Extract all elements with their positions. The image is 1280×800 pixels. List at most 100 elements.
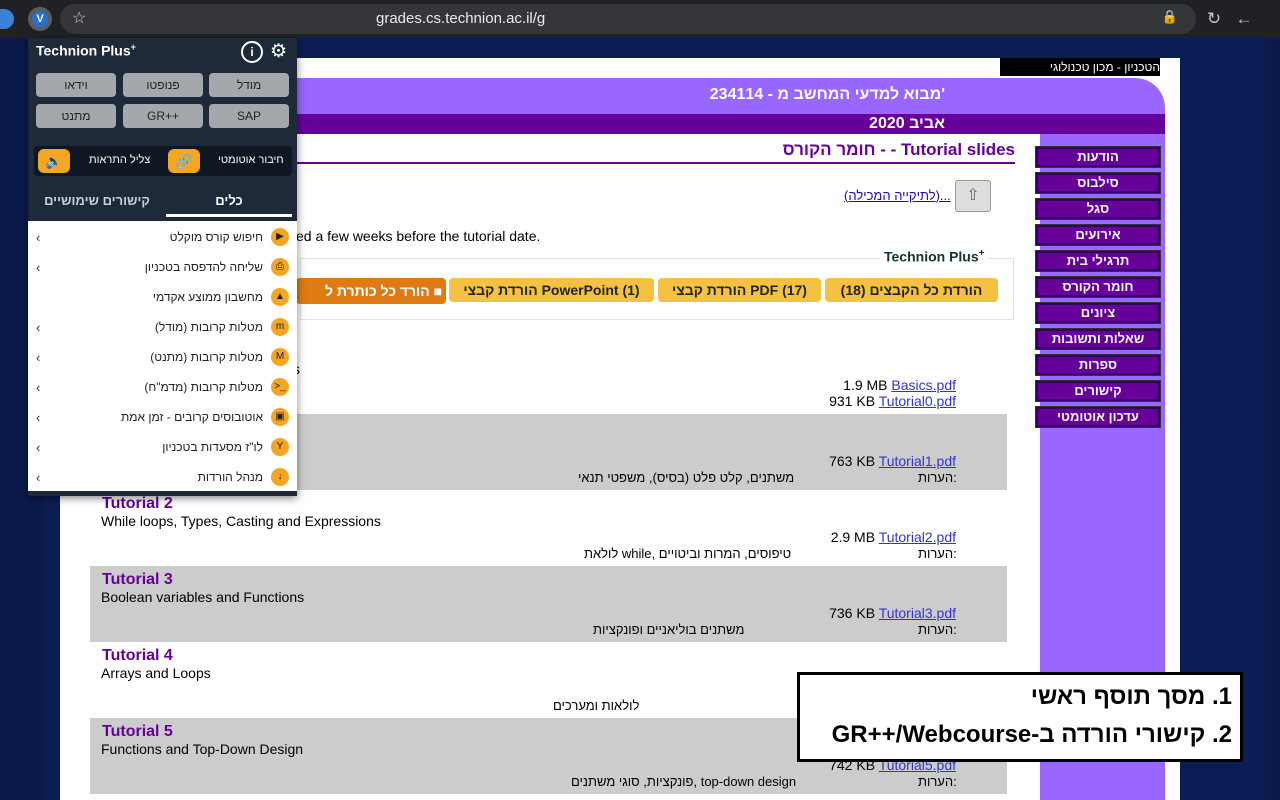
- tutorial-5-title: Tutorial 5: [102, 723, 173, 740]
- download-all-button[interactable]: הורדת כל הקבצים (18): [825, 278, 998, 302]
- browser-side-icon: [0, 9, 14, 29]
- notes-label: הערות:: [918, 546, 957, 561]
- video-button[interactable]: וידאו: [36, 73, 116, 97]
- tools-list: ‹ חיפוש קורס מוקלט ▶ ‹ שליחה להדפסה בטכניון…: [28, 221, 297, 491]
- file-link[interactable]: Basics.pdf: [891, 377, 956, 393]
- file-link[interactable]: Tutorial3.pdf: [879, 605, 956, 621]
- link-icon[interactable]: 🔗: [168, 149, 200, 173]
- address-bar[interactable]: ☆ grades.cs.technion.ac.il/g 🔒: [60, 4, 1196, 34]
- list-item-restaurants[interactable]: ‹ לו"ז מסעדות בטכניון Y: [28, 433, 297, 463]
- tutorial-5-subtitle: Functions and Top-Down Design: [101, 741, 304, 757]
- extension-icon[interactable]: V: [28, 7, 52, 31]
- course-nav: הודעות סילבוס סגל אירועים תרגילי בית חומ…: [1035, 146, 1165, 432]
- file-size: 2.9 MB: [830, 529, 876, 545]
- video-icon: ▶: [271, 228, 289, 246]
- list-item-gpa-calculator[interactable]: מחשבון ממוצע אקדמי ▲: [28, 283, 297, 313]
- nav-item-links[interactable]: קישורים: [1035, 380, 1161, 402]
- bus-icon: ▣: [271, 408, 289, 426]
- file-link[interactable]: Tutorial1.pdf: [879, 453, 956, 469]
- popup-header: Technion Plus+ i ⚙: [28, 38, 297, 63]
- section-title: חומר הקורס - - Tutorial slides: [285, 140, 1015, 164]
- list-item-moodle-tasks[interactable]: ‹ מטלות קרובות (מודל) m: [28, 313, 297, 343]
- browser-toolbar: V ☆ grades.cs.technion.ac.il/g 🔒 ↻ ←: [0, 0, 1280, 38]
- nav-item-syllabus[interactable]: סילבוס: [1035, 172, 1161, 194]
- tutorial-2-file: 2.9 MB Tutorial2.pdf: [831, 529, 956, 545]
- folder-up-icon[interactable]: ⇧: [955, 180, 991, 212]
- tutorial-0-file-2: 931 KB Tutorial0.pdf: [829, 393, 956, 409]
- toggle-row: 🔈 צליל התראות 🔗 חיבור אוטומטי: [34, 146, 292, 176]
- panopto-button[interactable]: פנופטו: [123, 73, 203, 97]
- annotation-box: 1. מסך תוסף ראשי 2. קישורי הורדה ב-GR++/…: [797, 672, 1243, 762]
- nav-item-literature[interactable]: ספרות: [1035, 354, 1161, 376]
- moodle-button[interactable]: מודל: [209, 73, 289, 97]
- sap-button[interactable]: SAP: [209, 104, 289, 128]
- tutorial-4-subtitle: Arrays and Loops: [101, 665, 211, 681]
- nav-item-announcements[interactable]: הודעות: [1035, 146, 1161, 168]
- tutorial-3-note: משתנים בוליאניים ופונקציות: [593, 622, 745, 637]
- list-item-matnet-tasks[interactable]: ‹ מטלות קרובות (מתנט) M: [28, 343, 297, 373]
- nav-item-grades[interactable]: ציונים: [1035, 302, 1161, 324]
- list-item-buses[interactable]: ‹ אוטובוסים קרובים - זמן אמת ▣: [28, 403, 297, 433]
- list-item-label: חיפוש קורס מוקלט: [169, 230, 263, 244]
- extension-popup: Technion Plus+ i ⚙ וידאו פנופטו מודל מתנ…: [28, 38, 297, 496]
- info-icon[interactable]: i: [241, 41, 263, 63]
- list-item-label: שליחה להדפסה בטכניון: [144, 260, 263, 274]
- download-all-titles-button[interactable]: הורד כל כותרת ל ■: [296, 278, 446, 304]
- printer-icon: ⎙: [271, 258, 289, 276]
- download-pdf-button[interactable]: הורדת קבצי PDF (17): [658, 278, 821, 302]
- parent-folder-link[interactable]: (לתיקייה המכילה)...: [844, 188, 951, 203]
- file-size: 931 KB: [829, 393, 876, 409]
- nav-item-course-material[interactable]: חומר הקורס: [1035, 276, 1161, 298]
- annotation-line-1: 1. מסך תוסף ראשי: [1030, 683, 1232, 710]
- tutorial-5-note: פונקציות, סוגי משתנים, top-down design: [571, 774, 797, 789]
- intro-text: ed a few weeks before the tutorial date.: [296, 228, 541, 244]
- tutorial-3-file: 736 KB Tutorial3.pdf: [829, 605, 956, 621]
- notes-label: הערות:: [918, 622, 957, 637]
- tutorial-3-subtitle: Boolean variables and Functions: [101, 589, 305, 605]
- list-item-label: מטלות קרובות (מדמ"ח): [144, 380, 263, 394]
- nav-item-homework[interactable]: תרגילי בית: [1035, 250, 1161, 272]
- popup-tabs: קישורים שימושיים כלים: [34, 188, 292, 217]
- tutorial-4-note: לולאות ומערכים: [553, 698, 640, 713]
- file-link[interactable]: Tutorial0.pdf: [879, 393, 956, 409]
- tutorial-2-subtitle: While loops, Types, Casting and Expressi…: [101, 513, 381, 529]
- list-item-recorded-courses[interactable]: ‹ חיפוש קורס מוקלט ▶: [28, 223, 297, 253]
- popup-title: Technion Plus+: [36, 42, 136, 59]
- nav-item-faq[interactable]: שאלות ותשובות: [1035, 328, 1161, 350]
- moodle-icon: m: [271, 318, 289, 336]
- notes-label: הערות:: [918, 470, 957, 485]
- matnet-button[interactable]: מתנט: [36, 104, 116, 128]
- tab-tools[interactable]: כלים: [166, 188, 292, 217]
- list-item-label: מחשבון ממוצע אקדמי: [152, 290, 263, 304]
- list-item-cs-tasks[interactable]: ‹ מטלות קרובות (מדמ"ח) >_: [28, 373, 297, 403]
- file-link[interactable]: Tutorial2.pdf: [879, 529, 956, 545]
- technion-top-link[interactable]: הטכניון - מכון טכנולוגי לישראל: [1000, 58, 1160, 92]
- mute-alerts-label: צליל התראות: [89, 154, 151, 166]
- nav-item-events[interactable]: אירועים: [1035, 224, 1161, 246]
- tab-useful-links[interactable]: קישורים שימושיים: [34, 188, 160, 214]
- course-title: 234114 - מבוא למדעי המחשב מ': [709, 86, 945, 103]
- speaker-icon[interactable]: 🔈: [38, 149, 70, 173]
- annotation-line-2: 2. קישורי הורדה ב-GR++/Webcourse: [831, 721, 1232, 748]
- nav-item-staff[interactable]: סגל: [1035, 198, 1161, 220]
- notes-label: הערות:: [918, 774, 957, 789]
- chevron-icon: ‹: [36, 320, 41, 335]
- file-size: 1.9 MB: [843, 377, 888, 393]
- chevron-icon: ‹: [36, 230, 41, 245]
- reload-icon[interactable]: ↻: [1202, 7, 1226, 31]
- back-icon[interactable]: ←: [1232, 7, 1256, 31]
- terminal-icon: >_: [271, 378, 289, 396]
- tp-label-text: Technion Plus: [884, 248, 979, 265]
- download-ppt-button[interactable]: הורדת קבצי PowerPoint (1): [449, 278, 654, 302]
- grpp-button[interactable]: GR++: [123, 104, 203, 128]
- download-icon: ↓: [271, 468, 289, 486]
- bookmark-star-icon[interactable]: ☆: [72, 8, 86, 28]
- file-size: 736 KB: [829, 605, 876, 621]
- list-item-download-manager[interactable]: ‹ מנהל הורדות ↓: [28, 463, 297, 493]
- technion-plus-icon: V: [32, 11, 48, 27]
- nav-item-auto-update[interactable]: עדכון אוטומטי: [1035, 406, 1161, 428]
- list-item-print[interactable]: ‹ שליחה להדפסה בטכניון ⎙: [28, 253, 297, 283]
- gear-icon[interactable]: ⚙: [270, 40, 287, 63]
- list-item-label: מטלות קרובות (מודל): [154, 320, 263, 334]
- tutorial-4-title: Tutorial 4: [102, 647, 173, 664]
